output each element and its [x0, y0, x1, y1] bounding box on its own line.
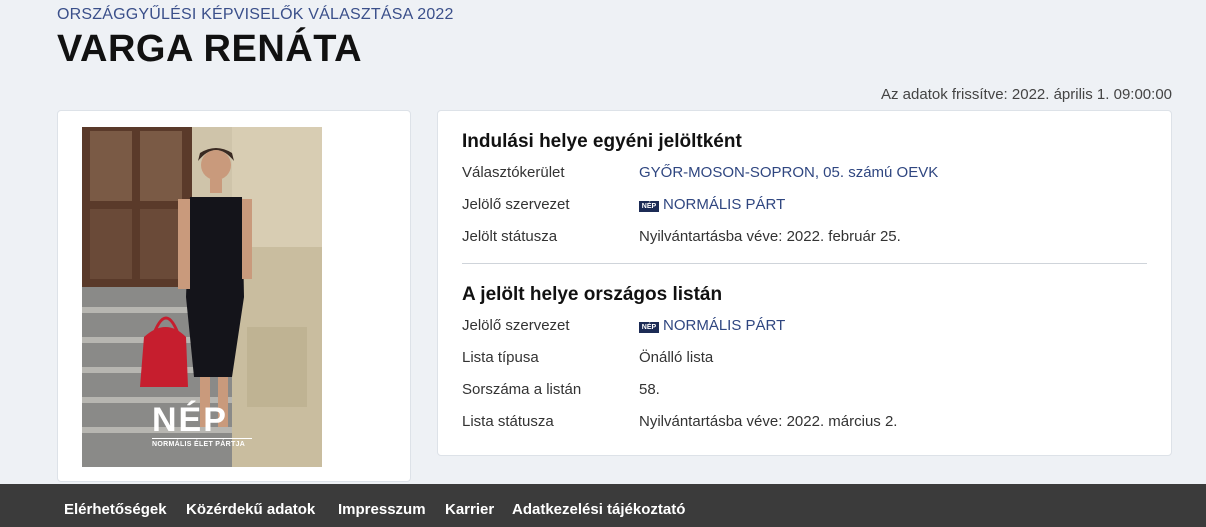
label-candidate-status: Jelölt státusza [462, 228, 558, 245]
candidate-photo: NÉP NORMÁLIS ÉLET PÁRTJA [82, 127, 322, 467]
candidate-info-card: Indulási helye egyéni jelöltként Választ… [437, 110, 1172, 456]
party-name: NORMÁLIS PÁRT [663, 196, 786, 213]
section-title-individual: Indulási helye egyéni jelöltként [462, 131, 742, 152]
breadcrumb: ORSZÁGGYŰLÉSI KÉPVISELŐK VÁLASZTÁSA 2022 [57, 6, 454, 23]
label-list-org: Jelölő szervezet [462, 317, 570, 334]
party-name: NORMÁLIS PÁRT [663, 317, 786, 334]
list-type-value: Önálló lista [639, 349, 714, 366]
party-logo-subtitle: NORMÁLIS ÉLET PÁRTJA [152, 438, 252, 448]
candidate-photo-card: NÉP NORMÁLIS ÉLET PÁRTJA [57, 110, 411, 482]
list-position-value: 58. [639, 381, 660, 398]
page-title: VARGA RENÁTA [57, 28, 363, 70]
footer-link-careers[interactable]: Karrier [445, 501, 494, 518]
party-link-list[interactable]: NÉP NORMÁLIS PÁRT [639, 317, 785, 334]
footer-link-imprint[interactable]: Impresszum [338, 501, 426, 518]
footer: Elérhetőségek Közérdekű adatok Impresszu… [0, 484, 1206, 527]
party-flag-icon: NÉP [639, 322, 659, 333]
party-logo-text: NÉP [152, 401, 228, 439]
update-timestamp: Az adatok frissítve: 2022. április 1. 09… [881, 86, 1172, 103]
party-flag-icon: NÉP [639, 201, 659, 212]
footer-link-public-data[interactable]: Közérdekű adatok [186, 501, 315, 518]
section-title-national-list: A jelölt helye országos listán [462, 284, 723, 305]
party-logo: NÉP NORMÁLIS ÉLET PÁRTJA [152, 402, 252, 448]
label-list-position: Sorszáma a listán [462, 381, 582, 398]
party-link-individual[interactable]: NÉP NORMÁLIS PÁRT [639, 196, 785, 213]
label-list-status: Lista státusza [462, 413, 554, 430]
section-divider [462, 263, 1147, 264]
footer-link-contacts[interactable]: Elérhetőségek [64, 501, 167, 518]
label-nominating-org: Jelölő szervezet [462, 196, 570, 213]
label-list-type: Lista típusa [462, 349, 539, 366]
district-link[interactable]: GYŐR-MOSON-SOPRON, 05. számú OEVK [639, 164, 938, 181]
list-status-value: Nyilvántartásba véve: 2022. március 2. [639, 413, 898, 430]
label-district: Választókerület [462, 164, 565, 181]
candidate-status-value: Nyilvántartásba véve: 2022. február 25. [639, 228, 901, 245]
footer-link-privacy[interactable]: Adatkezelési tájékoztató [512, 501, 685, 518]
